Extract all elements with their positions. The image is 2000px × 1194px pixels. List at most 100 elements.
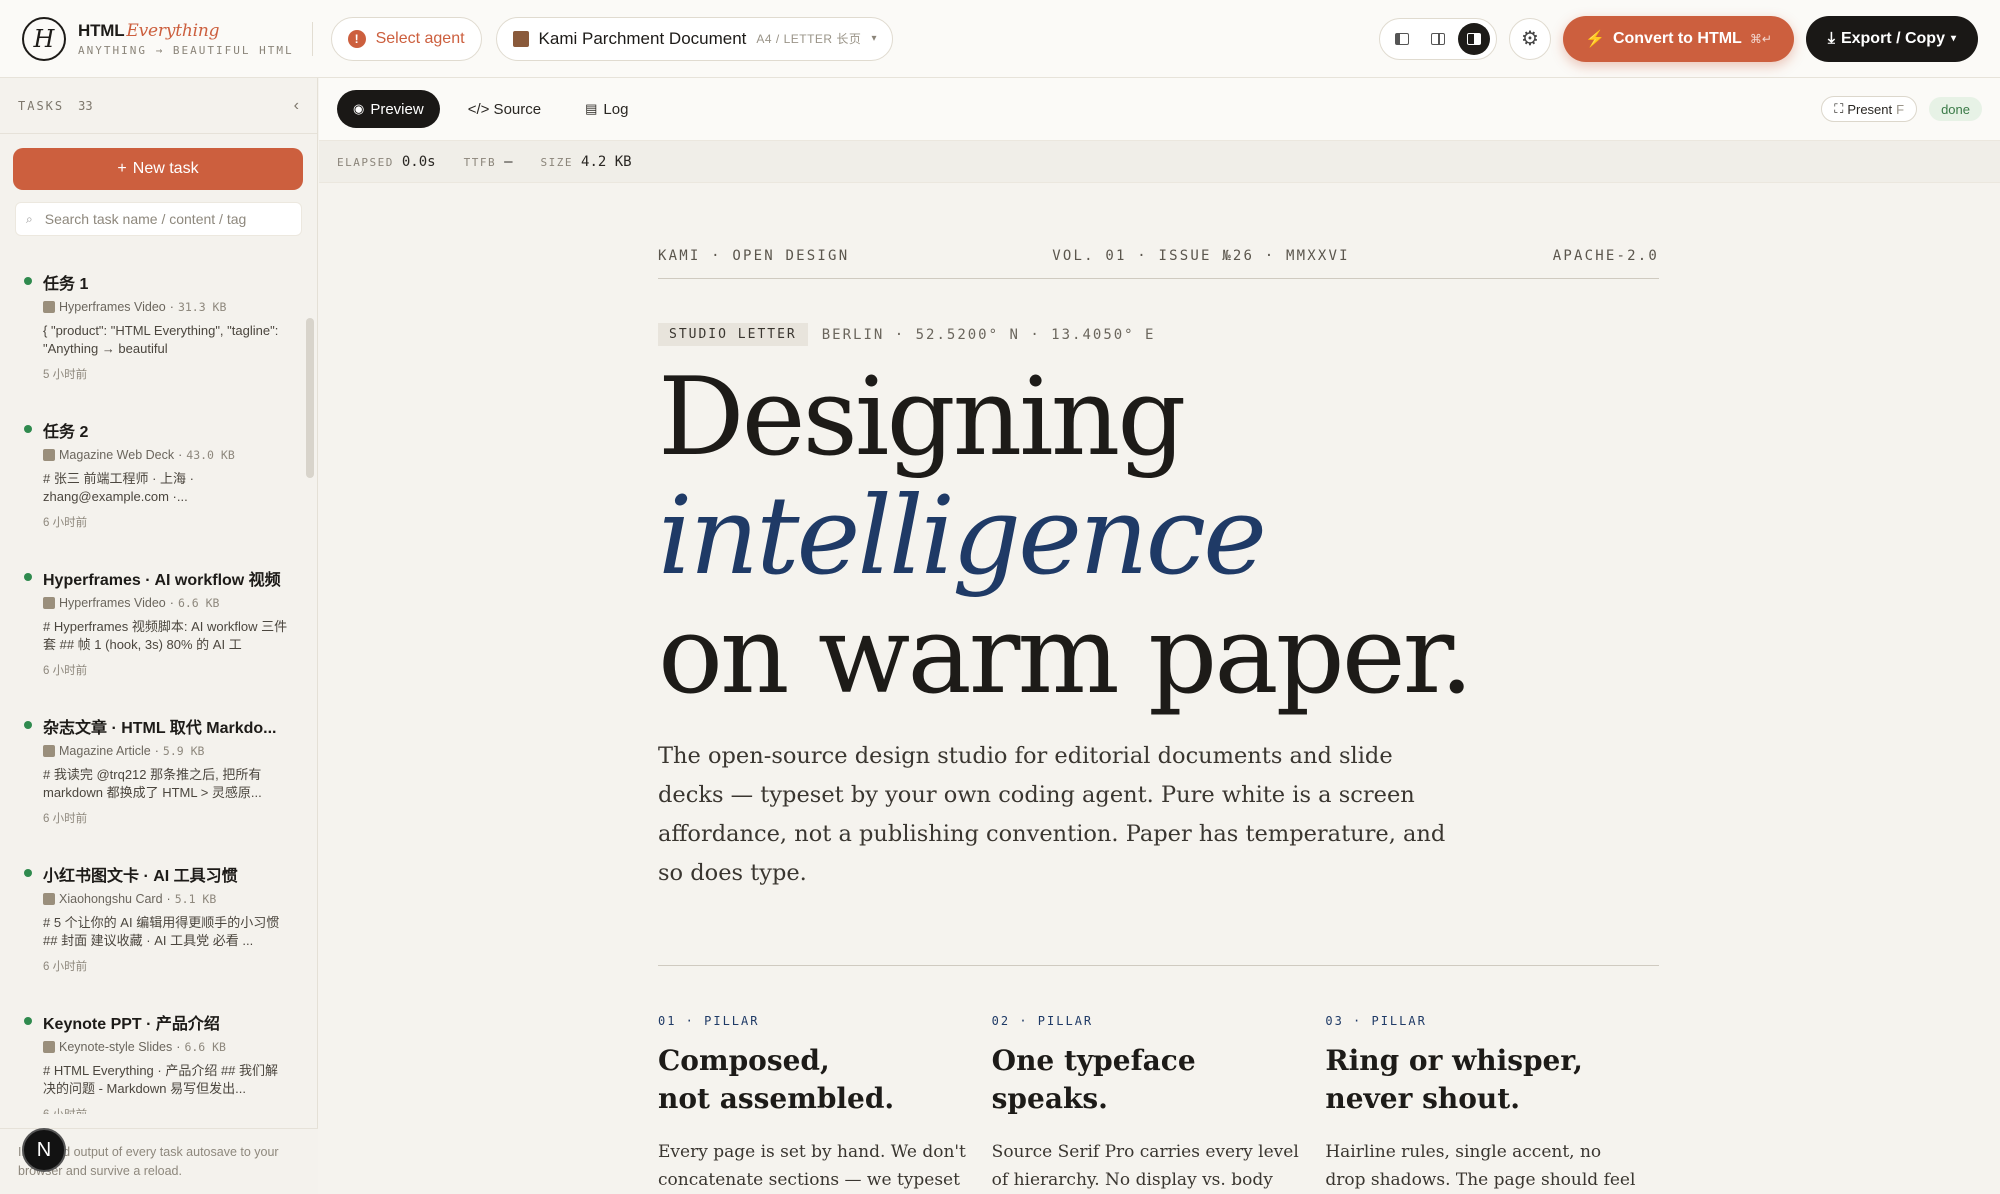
headline: Designing intelligence on warm paper.: [658, 358, 1659, 715]
agent-label: Select agent: [375, 29, 465, 47]
stat-value: 0.0s: [401, 153, 436, 170]
tasks-title: TASKS: [18, 98, 65, 113]
template-selector[interactable]: Kami Parchment Document A4 / LETTER 长页 ▾: [495, 16, 894, 61]
template-icon: [43, 301, 55, 313]
stat-key: SIZE: [540, 155, 574, 169]
gear-icon: ⚙: [1521, 28, 1539, 50]
kicker-tag: STUDIO LETTER: [658, 323, 808, 346]
pillars: 01 · PILLAR Composed, not assembled. Ever…: [658, 1014, 1659, 1194]
meta-separator: ·: [169, 300, 174, 314]
select-agent-button[interactable]: ! Select agent: [330, 16, 482, 61]
task-preview: # 5 个让你的 AI 编辑用得更顺手的小习惯 ## 封面 建议收藏 · AI …: [43, 915, 280, 948]
pillar: 03 · PILLAR Ring or whisper, never shout.…: [1325, 1014, 1659, 1194]
tab-source[interactable]: </> Source: [452, 90, 557, 128]
task-item[interactable]: 小红书图文卡 · AI 工具习惯 Xiaohongshu Card · 5.1 KB #…: [0, 846, 305, 994]
task-item[interactable]: Hyperframes · AI workflow 视频 Hyperframes …: [0, 550, 305, 698]
collapse-sidebar-icon[interactable]: ‹: [294, 97, 299, 115]
pillar-heading-line: not assembled.: [658, 1082, 895, 1115]
location: BERLIN · 52.5200° N · 13.4050° E: [821, 326, 1156, 343]
plus-icon: +: [117, 160, 127, 177]
task-size: 5.9 KB: [162, 744, 205, 758]
view-split-button[interactable]: [1422, 23, 1454, 55]
convert-label: Convert to HTML: [1612, 29, 1742, 47]
task-item[interactable]: 任务 2 Magazine Web Deck · 43.0 KB # 张三 前端工程师 …: [0, 402, 305, 550]
masthead-right: APACHE-2.0: [1552, 248, 1659, 264]
task-time: 6 小时前: [43, 1106, 289, 1114]
task-item[interactable]: 杂志文章 · HTML 取代 Markdo... Magazine Article…: [0, 698, 305, 846]
task-meta: Xiaohongshu Card · 5.1 KB: [43, 892, 289, 906]
stat-elapsed: ELAPSED 0.0s: [337, 154, 436, 170]
view-input-only-button[interactable]: [1386, 23, 1418, 55]
chevron-down-icon: ▾: [1950, 33, 1956, 44]
task-meta: Hyperframes Video · 6.6 KB: [43, 596, 289, 610]
task-size: 31.3 KB: [177, 300, 227, 314]
task-time: 6 小时前: [43, 961, 88, 973]
lightning-icon: ⚡: [1585, 30, 1605, 48]
task-preview: { "product": "HTML Everything", "tagline…: [43, 323, 279, 356]
settings-button[interactable]: ⚙: [1509, 17, 1552, 60]
layout-right-icon: [1467, 32, 1482, 45]
pillar-heading-line: speaks.: [991, 1082, 1108, 1115]
pillar-body: Every page is set by hand. We don't conc…: [658, 1142, 966, 1190]
logo-icon: H: [22, 16, 66, 61]
pillar-heading: One typeface speaks.: [992, 1042, 1292, 1118]
task-preview: # 我读完 @trq212 那条推之后, 把所有 markdown 都换成了 H…: [43, 767, 262, 800]
task-meta: Keynote-style Slides · 6.6 KB: [43, 1040, 289, 1054]
status-dot: [24, 869, 32, 877]
pillar-heading: Composed, not assembled.: [658, 1042, 958, 1118]
status-dot: [24, 573, 32, 581]
divider: [311, 21, 313, 56]
main-panel: ◉ Preview </> Source ▤ Log ⛶ Present F d…: [319, 78, 2000, 1194]
lede-paragraph: The open-source design studio for editor…: [658, 743, 1446, 886]
task-list: 任务 1 Hyperframes Video · 31.3 KB{ "product"…: [0, 254, 305, 1114]
present-label: Present: [1847, 101, 1893, 117]
template-sub: A4 / LETTER 长页: [756, 32, 862, 46]
task-preview: # 张三 前端工程师 · 上海 · zhang@example.com ·...: [43, 471, 194, 504]
meta-separator: ·: [154, 744, 159, 758]
status-dot: [24, 721, 32, 729]
task-time: 6 小时前: [43, 665, 88, 677]
tabs-bar: ◉ Preview </> Source ▤ Log ⛶ Present F d…: [319, 78, 2000, 141]
sidebar-scrollbar[interactable]: [306, 318, 314, 478]
brand-name: HTML: [78, 20, 125, 40]
task-type: Keynote-style Slides: [59, 1040, 173, 1054]
task-meta: Magazine Article · 5.9 KB: [43, 744, 289, 758]
task-item[interactable]: Keynote PPT · 产品介绍 Keynote-style Slides · 6…: [0, 994, 305, 1114]
task-size: 5.1 KB: [174, 892, 217, 906]
brand: HTML Everything ANYTHING → BEAUTIFUL HTML: [78, 21, 294, 57]
dateline: STUDIO LETTER BERLIN · 52.5200° N · 13.4…: [658, 323, 1659, 346]
chevron-down-icon: ▾: [871, 33, 877, 44]
search-input[interactable]: [44, 211, 265, 227]
eye-icon: ◉: [353, 101, 365, 116]
meta-separator: ·: [176, 1040, 181, 1054]
new-task-label: New task: [132, 160, 199, 177]
headline-line-2: intelligence: [658, 474, 1267, 599]
masthead: KAMI · OPEN DESIGN VOL. 01 · ISSUE №26 ·…: [658, 248, 1659, 279]
meta-separator: ·: [169, 596, 174, 610]
avatar[interactable]: N: [22, 1128, 66, 1172]
task-title: 任务 2: [43, 424, 89, 441]
tasks-count: 33: [78, 98, 93, 113]
template-icon: [43, 745, 55, 757]
stat-ttfb: TTFB —: [464, 154, 513, 170]
convert-shortcut: ⌘↵: [1749, 31, 1772, 46]
task-meta: Magazine Web Deck · 43.0 KB: [43, 448, 289, 462]
pillar-kicker: 01 · PILLAR: [658, 1014, 760, 1028]
tab-log[interactable]: ▤ Log: [569, 90, 644, 128]
pillar: 01 · PILLAR Composed, not assembled. Ever…: [658, 1014, 992, 1194]
view-preview-only-button[interactable]: [1458, 22, 1491, 55]
task-item[interactable]: 任务 1 Hyperframes Video · 31.3 KB { "product"…: [0, 254, 305, 402]
task-title: Hyperframes · AI workflow 视频: [43, 572, 281, 589]
task-type: Hyperframes Video: [59, 596, 166, 610]
right-tools: ⚙ ⚡ Convert to HTML ⌘↵ ⤓ Export / Copy ▾: [1379, 15, 1978, 62]
new-task-button[interactable]: + New task: [13, 148, 303, 190]
tab-preview[interactable]: ◉ Preview: [337, 90, 440, 128]
task-type: Magazine Article: [59, 744, 151, 758]
present-button[interactable]: ⛶ Present F: [1821, 96, 1918, 122]
masthead-center: VOL. 01 · ISSUE №26 · MMXXVI: [1052, 248, 1350, 264]
brand-tagline: ANYTHING → BEAUTIFUL HTML: [78, 43, 294, 57]
alert-icon: !: [347, 29, 366, 48]
convert-button[interactable]: ⚡ Convert to HTML ⌘↵: [1563, 15, 1794, 62]
export-button[interactable]: ⤓ Export / Copy ▾: [1805, 15, 1978, 62]
pillar-heading-line: never shout.: [1325, 1082, 1520, 1115]
